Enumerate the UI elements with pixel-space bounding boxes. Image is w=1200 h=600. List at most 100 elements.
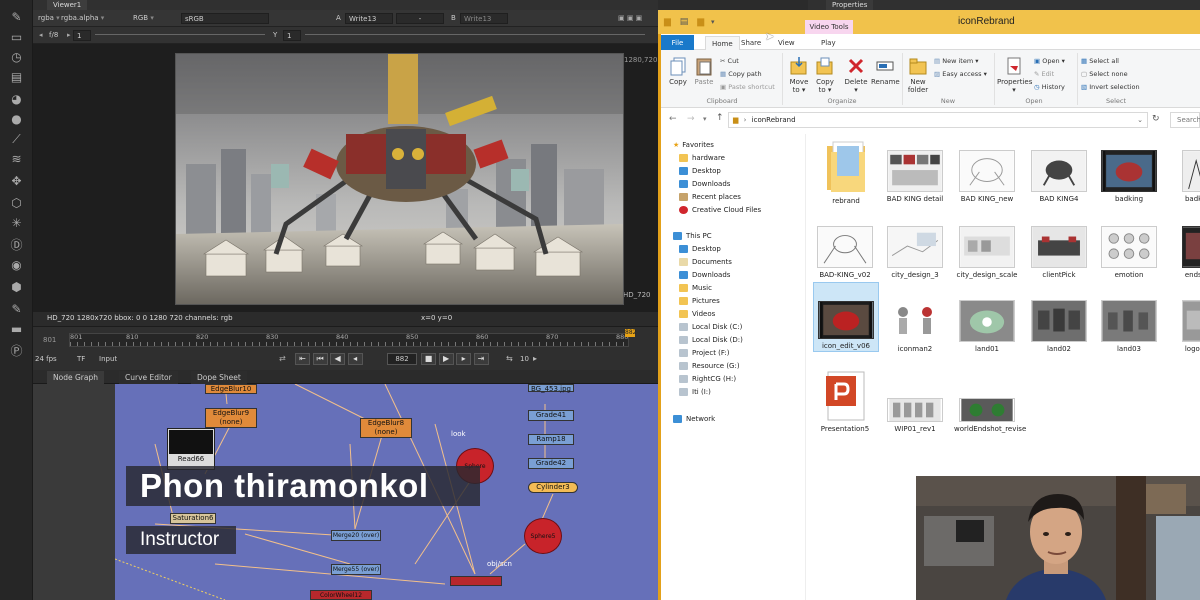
input-b-select[interactable]: Write13 — [460, 13, 508, 24]
colorspace-select[interactable]: RGB ▾ — [133, 13, 154, 24]
nav-pc-rightcg-h[interactable]: RightCG (H:) — [679, 374, 736, 384]
history-button[interactable]: ◷ History — [1034, 83, 1065, 92]
prev-keyframe-icon[interactable]: ⏮ — [312, 353, 328, 365]
tab-share[interactable]: Share — [741, 36, 761, 50]
nav-pc-desktop[interactable]: Desktop — [679, 244, 721, 254]
channel-select[interactable]: rgba ▾ — [38, 13, 60, 24]
node-colorwheel12[interactable]: ColorWheel12 — [310, 590, 372, 600]
input-mode-select[interactable]: - — [396, 13, 444, 24]
new-folder-quick-icon[interactable]: ▆ — [697, 17, 704, 27]
nav-pc-project-f[interactable]: Project (F:) — [679, 348, 729, 358]
select-all-button[interactable]: ▦ Select all — [1081, 57, 1119, 66]
file-item[interactable]: rebrand — [813, 138, 879, 206]
node-edgeblur8[interactable]: EdgeBlur8 (none) — [360, 418, 412, 438]
toolsets-tool-icon[interactable]: ✎ — [9, 302, 24, 317]
nav-this-pc[interactable]: This PC — [673, 231, 712, 241]
nav-pc-local-d[interactable]: Local Disk (D:) — [679, 335, 743, 345]
keyer-tool-icon[interactable]: ⟋ — [9, 132, 24, 147]
first-frame-icon[interactable]: ⇤ — [295, 353, 310, 365]
tab-viewer1[interactable]: Viewer1 — [47, 0, 88, 10]
properties-button[interactable]: Properties ▾ — [997, 56, 1032, 94]
increment-field[interactable]: 10 — [520, 355, 529, 363]
transform-tool-icon[interactable]: ✥ — [9, 174, 24, 189]
node-ramp18[interactable]: Ramp18 — [528, 434, 574, 445]
tab-curve-editor[interactable]: Curve Editor — [119, 371, 178, 384]
delete-button[interactable]: Delete ▾ — [843, 56, 869, 94]
customize-qat-icon[interactable]: ▾ — [711, 18, 715, 26]
particles-tool-icon[interactable]: ✳ — [9, 216, 24, 231]
properties-quick-icon[interactable]: ▤ — [680, 17, 689, 27]
file-item[interactable]: BAD KING detail — [882, 150, 948, 204]
file-item[interactable]: emotion — [1096, 226, 1162, 280]
gamma-field[interactable]: 1 — [283, 30, 301, 41]
viewer-tool-icon[interactable]: ✎ — [9, 10, 24, 25]
invert-selection-button[interactable]: ▧ Invert selection — [1081, 83, 1140, 92]
play-forward-icon[interactable]: ▶ — [438, 353, 454, 365]
node-sphere5[interactable]: Sphere5 — [524, 518, 562, 554]
copy-path-button[interactable]: ▦ Copy path — [720, 70, 762, 79]
tab-play[interactable]: Play — [821, 36, 836, 50]
file-item-selected[interactable]: icon_edit_v06 — [813, 282, 879, 352]
last-frame-icon[interactable]: ⇥ — [473, 353, 489, 365]
tab-home[interactable]: Home — [705, 36, 740, 50]
timeline-scrubber[interactable]: 801 810 820 830 840 850 860 870 880 — [69, 333, 629, 347]
nav-item-desktop[interactable]: Desktop — [679, 166, 721, 176]
merge-tool-icon[interactable]: ≋ — [9, 152, 24, 167]
filter-tool-icon[interactable]: ● — [9, 112, 24, 127]
file-item[interactable]: BAD KING4 — [1026, 150, 1092, 204]
paste-shortcut-button[interactable]: ▣ Paste shortcut — [720, 83, 775, 92]
file-item[interactable]: badking — [1166, 150, 1200, 204]
node-grade41[interactable]: Grade41 — [528, 410, 574, 421]
time-tool-icon[interactable]: ◷ — [9, 50, 24, 65]
fstop-arrow-icon[interactable]: ◂ — [39, 30, 43, 41]
video-tools-contextual-tab[interactable]: Video Tools — [805, 20, 853, 34]
node-render-bar[interactable] — [450, 576, 502, 586]
playback-mode-icon[interactable]: ⇄ — [279, 354, 286, 363]
node-card-top[interactable]: BG_453.jpg — [528, 384, 574, 393]
select-none-button[interactable]: ▢ Select none — [1081, 70, 1128, 79]
current-frame-field[interactable]: 882 — [387, 353, 417, 365]
node-edgeblur10[interactable]: EdgeBlur10 — [205, 384, 257, 394]
nav-pc-downloads[interactable]: Downloads — [679, 270, 730, 280]
fps-label[interactable]: 24 fps — [35, 355, 57, 363]
paste-button[interactable]: Paste — [692, 56, 716, 86]
file-item[interactable]: BAD KING_new — [954, 150, 1020, 204]
range-select[interactable]: Input — [99, 355, 117, 363]
recent-locations-icon[interactable]: ▾ — [703, 115, 707, 123]
search-input[interactable]: Search — [1170, 112, 1200, 128]
file-item[interactable]: iconman2 — [882, 300, 948, 354]
nav-pc-resource-g[interactable]: Resource (G:) — [679, 361, 740, 371]
nav-favorites[interactable]: ★ Favorites — [673, 140, 714, 150]
skip-icon[interactable]: ⇆ — [506, 354, 513, 363]
easy-access-button[interactable]: ▨ Easy access ▾ — [934, 70, 987, 79]
furnace-tool-icon[interactable]: Ⓟ — [9, 344, 24, 359]
metadata-tool-icon[interactable]: ⬢ — [9, 280, 24, 295]
file-item[interactable]: city_design_scale — [954, 226, 1020, 280]
file-item[interactable]: BAD-KING_v02 — [812, 226, 878, 280]
nav-pc-pictures[interactable]: Pictures — [679, 296, 720, 306]
channel-tool-icon[interactable]: ▤ — [9, 70, 24, 85]
explorer-title-bar[interactable] — [658, 10, 1200, 34]
folder-icon[interactable]: ▆ — [664, 17, 671, 27]
move-to-button[interactable]: Move to ▾ — [787, 56, 811, 94]
stop-icon[interactable]: ■ — [421, 353, 436, 365]
rename-button[interactable]: Rename — [871, 56, 900, 86]
play-backward-icon[interactable]: ◀ — [330, 353, 346, 365]
file-item[interactable]: land02 — [1026, 300, 1092, 354]
step-forward-small-icon[interactable]: ▸ — [533, 354, 537, 363]
other-tool-icon[interactable]: ▬ — [9, 322, 24, 337]
input-a-select[interactable]: Write13 — [345, 13, 393, 24]
node-merge55[interactable]: Merge55 (over) — [331, 564, 381, 575]
up-arrow-icon[interactable]: ↑ — [716, 113, 724, 123]
new-item-button[interactable]: ▤ New item ▾ — [934, 57, 979, 66]
color-tool-icon[interactable]: ◕ — [9, 92, 24, 107]
file-item[interactable]: land01 — [954, 300, 1020, 354]
file-item[interactable]: Presentation5 — [812, 370, 878, 434]
file-item[interactable]: clientPick — [1026, 226, 1092, 280]
tf-select[interactable]: TF — [77, 355, 85, 363]
file-item[interactable]: WIP01_rev1 — [882, 398, 948, 434]
nav-item-hardware[interactable]: hardware — [679, 153, 725, 163]
tab-properties[interactable]: Properties — [826, 0, 874, 10]
file-item[interactable]: badking — [1096, 150, 1162, 204]
copy-button[interactable]: Copy — [666, 56, 690, 86]
